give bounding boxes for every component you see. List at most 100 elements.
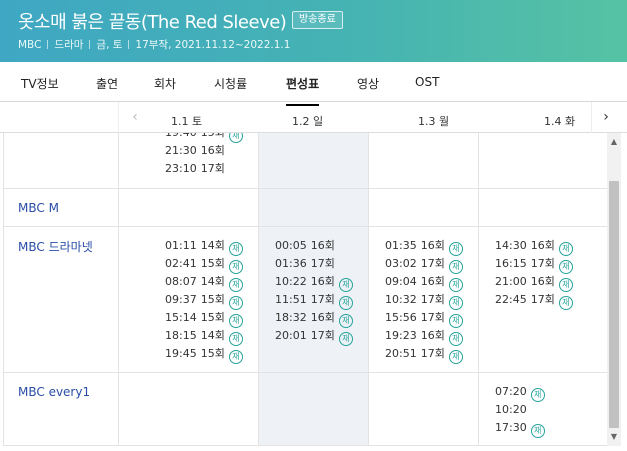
tab-cast[interactable]: 출연 [96, 75, 118, 92]
schedule-entry[interactable]: 15:56 17회 재 [385, 309, 463, 328]
rerun-badge: 재 [228, 260, 243, 274]
tab-schedule[interactable]: 편성표 [286, 75, 320, 106]
tab-video[interactable]: 영상 [357, 75, 379, 92]
channel-mbc-dramanet[interactable]: MBC 드라마넷 [18, 238, 93, 255]
schedule-entry[interactable]: 21:30 16회 [165, 142, 225, 160]
air-time: 18:15 [165, 329, 197, 342]
air-time: 09:37 [165, 293, 197, 306]
schedule-entry[interactable]: 01:11 14회 재 [165, 237, 243, 256]
tab-tv-info[interactable]: TV정보 [21, 75, 59, 92]
rerun-badge: 재 [228, 350, 243, 364]
channel-mbc-m[interactable]: MBC M [18, 201, 59, 215]
scrollbar-thumb[interactable] [609, 181, 619, 428]
column-divider [478, 133, 479, 446]
schedule-entry[interactable]: 08:07 14회 재 [165, 273, 243, 292]
schedule-entry[interactable]: 20:51 17회 재 [385, 345, 463, 364]
schedule-entry[interactable]: 17:30 재 [495, 419, 545, 438]
chevron-right-icon[interactable]: › [598, 108, 614, 126]
air-time: 10:20 [495, 403, 527, 416]
air-time: 14:30 [495, 239, 527, 252]
schedule-entry[interactable]: 19:23 16회 재 [385, 327, 463, 346]
schedule-entry[interactable]: 00:05 16회 [275, 237, 335, 255]
schedule-entry[interactable]: 21:00 16회 재 [495, 273, 573, 292]
tab-ost[interactable]: OST [415, 75, 439, 89]
tab-episodes[interactable]: 회차 [154, 75, 176, 92]
schedule-entry[interactable]: 07:20 재 [495, 383, 545, 402]
rerun-badge: 재 [228, 242, 243, 256]
vertical-scrollbar[interactable]: ▲ ▼ [607, 133, 621, 446]
schedule-entry[interactable]: 23:10 17회 [165, 160, 225, 178]
episode-number: 15회 [200, 257, 225, 270]
date-header: ‹ 1.1 토 1.2 일 1.3 월 1.4 화 › [0, 102, 627, 133]
rerun-badge: 재 [448, 260, 463, 274]
episode-number: 15회 [200, 311, 225, 324]
schedule-entry[interactable]: 01:36 17회 [275, 255, 335, 273]
episode-number: 17회 [420, 311, 445, 324]
channel-mbc-every1[interactable]: MBC every1 [18, 385, 90, 399]
program-page: 옷소매 붉은 끝동(The Red Sleeve) 방송종료 MBC 드라마 금, … [0, 0, 627, 451]
episode-number: 16회 [530, 239, 555, 252]
air-time: 21:00 [495, 275, 527, 288]
rerun-badge: 재 [448, 332, 463, 346]
rerun-badge: 재 [530, 388, 545, 402]
schedule-entry[interactable]: 03:02 17회 재 [385, 255, 463, 274]
schedule-entry[interactable]: 18:15 14회 재 [165, 327, 243, 346]
air-time: 19:40 [165, 133, 197, 139]
episode-number: 17회 [200, 162, 225, 175]
meta-divider [89, 40, 91, 49]
column-divider [368, 133, 369, 446]
scroll-up-arrow-icon[interactable]: ▲ [607, 135, 621, 149]
schedule-entry[interactable]: 10:32 17회 재 [385, 291, 463, 310]
tab-ratings[interactable]: 시청률 [214, 75, 247, 92]
meta-channel: MBC [18, 39, 42, 51]
schedule-entry[interactable]: 02:41 15회 재 [165, 255, 243, 274]
air-time: 01:36 [275, 257, 307, 270]
row-divider [3, 226, 607, 227]
scroll-down-arrow-icon[interactable]: ▼ [607, 430, 621, 444]
column-divider [258, 133, 259, 446]
schedule-entry[interactable]: 11:51 17회 재 [275, 291, 353, 310]
schedule-entry[interactable]: 09:37 15회 재 [165, 291, 243, 310]
program-meta: MBC 드라마 금, 토 17부작, 2021.11.12~2022.1.1 [18, 37, 290, 52]
schedule-entry[interactable]: 14:30 16회 재 [495, 237, 573, 256]
meta-days: 금, 토 [96, 39, 123, 51]
air-time: 10:22 [275, 275, 307, 288]
episode-number: 16회 [420, 329, 445, 342]
air-time: 20:51 [385, 347, 417, 360]
date-tue: 1.4 화 [544, 115, 576, 128]
program-title: 옷소매 붉은 끝동(The Red Sleeve) [18, 12, 287, 33]
schedule-entry[interactable]: 01:35 16회 재 [385, 237, 463, 256]
rerun-badge: 재 [448, 314, 463, 328]
schedule-entry[interactable]: 16:15 17회 재 [495, 255, 573, 274]
air-time: 02:41 [165, 257, 197, 270]
date-sun: 1.2 일 [292, 115, 324, 128]
row-divider [3, 188, 607, 189]
schedule-entry[interactable]: 10:20 [495, 401, 527, 419]
episode-number: 14회 [200, 239, 225, 252]
air-time: 17:30 [495, 421, 527, 434]
schedule-entry[interactable]: 19:45 15회 재 [165, 345, 243, 364]
episode-number: 16회 [310, 311, 335, 324]
schedule-entry[interactable]: 18:32 16회 재 [275, 309, 353, 328]
date-divider [118, 102, 119, 133]
episode-number: 15회 [200, 293, 225, 306]
episode-number: 17회 [530, 293, 555, 306]
column-divider [118, 133, 119, 446]
schedule-entry[interactable]: 09:04 16회 재 [385, 273, 463, 292]
schedule-entry[interactable]: 20:01 17회 재 [275, 327, 353, 346]
schedule-entry[interactable]: 22:45 17회 재 [495, 291, 573, 310]
meta-episodes-period: 17부작, 2021.11.12~2022.1.1 [135, 39, 291, 51]
air-time: 18:32 [275, 311, 307, 324]
air-time: 07:20 [495, 385, 527, 398]
schedule-grid: MBC M MBC 드라마넷 MBC every1 19:4015회재21:30… [0, 133, 607, 446]
air-time: 00:05 [275, 239, 307, 252]
episode-number: 17회 [420, 257, 445, 270]
episode-number: 15회 [200, 347, 225, 360]
episode-number: 17회 [310, 293, 335, 306]
chevron-left-icon[interactable]: ‹ [127, 108, 143, 126]
schedule-entry[interactable]: 10:22 16회 재 [275, 273, 353, 292]
rerun-badge: 재 [228, 133, 243, 143]
schedule-entry[interactable]: 15:14 15회 재 [165, 309, 243, 328]
rerun-badge: 재 [558, 242, 573, 256]
rerun-badge: 재 [338, 314, 353, 328]
